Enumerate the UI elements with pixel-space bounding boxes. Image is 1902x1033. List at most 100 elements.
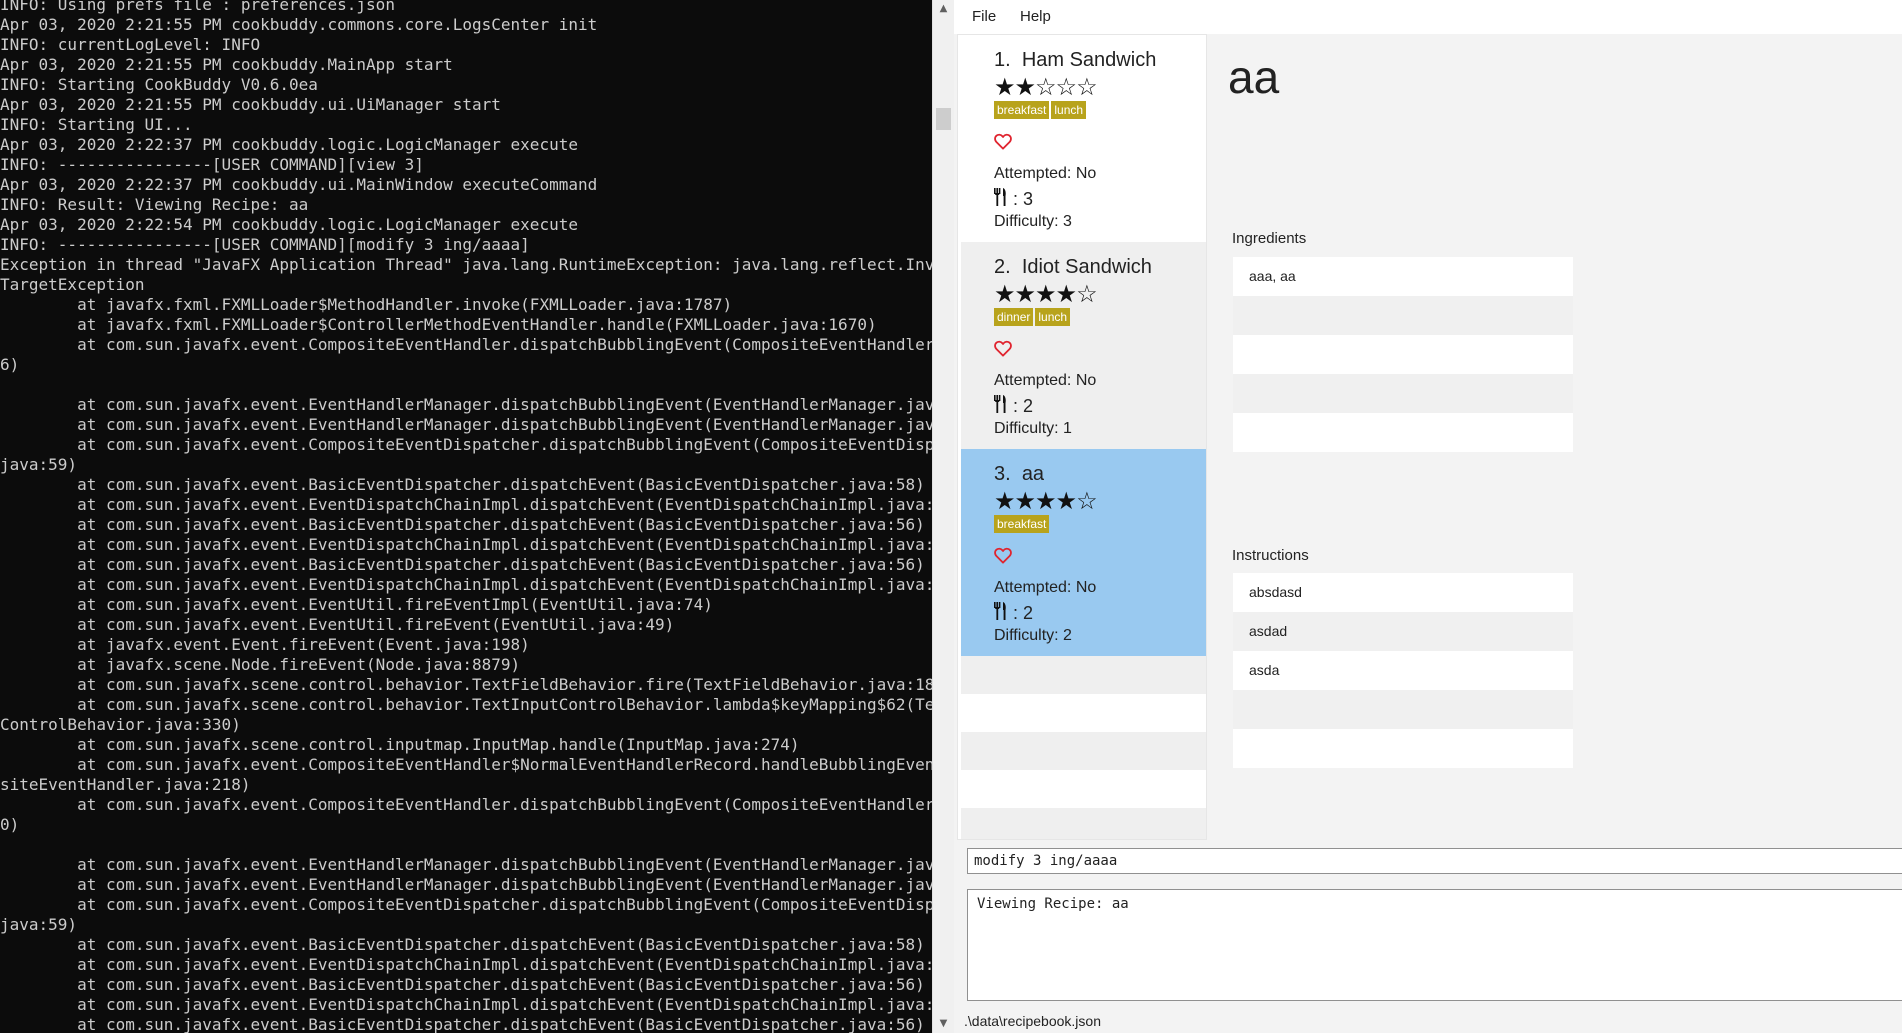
console-line: INFO: ----------------[USER COMMAND][vie… [0, 155, 424, 174]
recipe-card-name: 3. aa [994, 463, 1206, 489]
tag-list: breakfast [994, 515, 1206, 539]
command-input[interactable]: modify 3 ing/aaaa [967, 848, 1902, 874]
menu-bar: File Help [954, 0, 1902, 34]
menu-file[interactable]: File [968, 8, 1000, 25]
console-line: at com.sun.javafx.event.CompositeEventHa… [0, 795, 932, 814]
console-scrollbar[interactable]: ▲ ▼ [932, 0, 954, 1033]
console-line: INFO: Result: Viewing Recipe: aa [0, 195, 309, 214]
console-line: at com.sun.javafx.event.CompositeEventDi… [0, 435, 932, 454]
console-line: at com.sun.javafx.event.EventUtil.fireEv… [0, 615, 675, 634]
console-line: at com.sun.javafx.event.BasicEventDispat… [0, 555, 925, 574]
tag-badge: lunch [1035, 308, 1071, 326]
empty-list-row [961, 770, 1206, 808]
console-line: 0) [0, 815, 20, 834]
instruction-row[interactable] [1233, 690, 1573, 729]
difficulty: Difficulty: 1 [994, 420, 1072, 437]
recipe-name: aa [1021, 463, 1045, 485]
instruction-row[interactable]: absdasd [1233, 573, 1573, 612]
ingredient-row[interactable]: aaa, aa [1233, 257, 1573, 296]
console-line: INFO: Using prefs file : preferences.jso… [0, 0, 395, 14]
empty-list-row [961, 694, 1206, 732]
attempted-status: Attempted: No [994, 579, 1097, 596]
empty-list-row [961, 656, 1206, 694]
servings: : 2 [994, 601, 1206, 625]
console-line: java:59) [0, 455, 78, 474]
console-line: at com.sun.javafx.scene.control.behavior… [0, 675, 932, 694]
console-line: INFO: Starting UI... [0, 115, 193, 134]
status-bar-file-path: .\data\recipebook.json [964, 1013, 1101, 1029]
instruction-row[interactable]: asdad [1233, 612, 1573, 651]
console-line: at javafx.fxml.FXMLLoader$ControllerMeth… [0, 315, 877, 334]
favourite-heart-icon[interactable] [994, 547, 1206, 573]
ingredient-row[interactable] [1233, 374, 1573, 413]
recipe-card[interactable]: 1. Ham Sandwich ★★☆☆☆ breakfast lunch Attemp… [961, 35, 1206, 242]
console-line: at com.sun.javafx.event.CompositeEventHa… [0, 335, 932, 354]
console-line: at com.sun.javafx.event.EventDispatchCha… [0, 535, 932, 554]
tag-list: breakfast lunch [994, 101, 1206, 125]
console-line: java:59) [0, 915, 78, 934]
ingredients-label: Ingredients [1232, 230, 1307, 247]
console-window: INFO: Using prefs file : preferences.jso… [0, 0, 932, 1033]
attempted-status: Attempted: No [994, 165, 1097, 182]
instruction-row[interactable] [1233, 729, 1573, 768]
cookbuddy-app: File Help 1. Ham Sandwich ★★☆☆☆ breakfast l… [954, 0, 1902, 1033]
console-line: at com.sun.javafx.event.EventDispatchCha… [0, 495, 932, 514]
console-line: at javafx.fxml.FXMLLoader$MethodHandler.… [0, 295, 733, 314]
console-line: at javafx.event.Event.fireEvent(Event.ja… [0, 635, 530, 654]
console-line: Apr 03, 2020 2:21:55 PM cookbuddy.MainAp… [0, 55, 453, 74]
recipe-name: Ham Sandwich [1021, 49, 1157, 71]
console-line: at com.sun.javafx.scene.control.inputmap… [0, 735, 800, 754]
tag-badge: lunch [1051, 101, 1087, 119]
console-line: Apr 03, 2020 2:22:37 PM cookbuddy.logic.… [0, 135, 578, 154]
servings-count: : 2 [1013, 602, 1034, 623]
scrollbar-thumb[interactable] [936, 108, 951, 130]
console-line: at com.sun.javafx.scene.control.behavior… [0, 695, 932, 714]
console-line: INFO: Starting CookBuddy V0.6.0ea [0, 75, 318, 94]
console-line: at com.sun.javafx.event.EventHandlerMana… [0, 875, 932, 894]
instruction-row[interactable]: asda [1233, 651, 1573, 690]
scroll-up-arrow-icon[interactable]: ▲ [933, 0, 954, 18]
console-line: ControlBehavior.java:330) [0, 715, 241, 734]
console-line: Exception in thread "JavaFX Application … [0, 255, 932, 274]
fork-knife-icon [994, 601, 1013, 625]
console-line: at com.sun.javafx.event.BasicEventDispat… [0, 975, 925, 994]
ingredient-row[interactable] [1233, 296, 1573, 335]
console-line: 6) [0, 355, 20, 374]
servings: : 2 [994, 394, 1206, 418]
menu-help[interactable]: Help [1016, 8, 1055, 25]
tag-badge: breakfast [994, 101, 1050, 119]
favourite-heart-icon[interactable] [994, 340, 1206, 366]
favourite-heart-icon[interactable] [994, 133, 1206, 159]
console-line: Apr 03, 2020 2:22:37 PM cookbuddy.ui.Mai… [0, 175, 598, 194]
console-line: at com.sun.javafx.event.EventDispatchCha… [0, 955, 932, 974]
recipe-card-name: 1. Ham Sandwich [994, 49, 1206, 75]
console-line: at com.sun.javafx.event.CompositeEventHa… [0, 755, 932, 774]
console-line: at com.sun.javafx.event.EventHandlerMana… [0, 395, 932, 414]
recipe-card-name: 2. Idiot Sandwich [994, 256, 1206, 282]
fork-knife-icon [994, 187, 1013, 211]
ingredient-row[interactable] [1233, 335, 1573, 374]
rating-stars-icon: ★★★★☆ [994, 281, 1098, 308]
console-line: TargetException [0, 275, 145, 294]
servings-count: : 2 [1013, 395, 1034, 416]
ingredient-row[interactable] [1233, 413, 1573, 452]
attempted-status: Attempted: No [994, 372, 1097, 389]
recipe-index: 2. [994, 256, 1011, 278]
console-line: at javafx.scene.Node.fireEvent(Node.java… [0, 655, 521, 674]
console-line: INFO: currentLogLevel: INFO [0, 35, 261, 54]
console-output: INFO: Using prefs file : preferences.jso… [0, 0, 932, 1033]
instructions-list[interactable]: absdasd asdad asda [1233, 573, 1573, 768]
ingredients-list[interactable]: aaa, aa [1233, 257, 1573, 452]
recipe-list[interactable]: 1. Ham Sandwich ★★☆☆☆ breakfast lunch Attemp… [957, 34, 1207, 840]
console-line: at com.sun.javafx.event.CompositeEventDi… [0, 895, 932, 914]
servings: : 3 [994, 187, 1206, 211]
recipe-card[interactable]: 2. Idiot Sandwich ★★★★☆ dinner lunch Attempt… [961, 242, 1206, 449]
recipe-card[interactable]: 3. aa ★★★★☆ breakfast Attempted: No: 2 Diffi… [961, 449, 1206, 656]
console-line: INFO: ----------------[USER COMMAND][mod… [0, 235, 530, 254]
scroll-down-arrow-icon[interactable]: ▼ [933, 1015, 954, 1033]
console-line: Apr 03, 2020 2:22:54 PM cookbuddy.logic.… [0, 215, 578, 234]
rating-stars-icon: ★★★★☆ [994, 488, 1098, 515]
console-line: at com.sun.javafx.event.EventDispatchCha… [0, 995, 932, 1014]
